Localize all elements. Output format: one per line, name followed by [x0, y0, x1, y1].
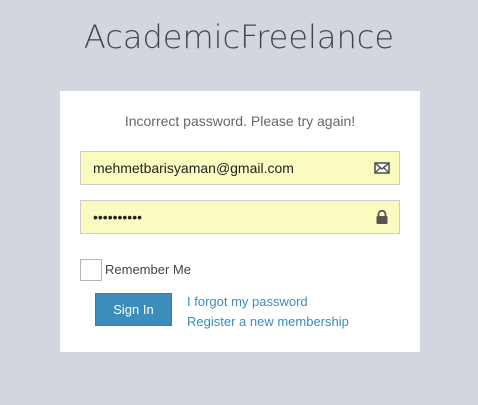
lock-icon: [374, 209, 390, 224]
remember-label[interactable]: Remember Me: [105, 262, 191, 277]
app-logo-title: AcademicFreelance: [83, 18, 395, 56]
error-message: Incorrect password. Please try again!: [124, 113, 356, 129]
remember-checkbox[interactable]: [80, 259, 102, 281]
forgot-password-link[interactable]: I forgot my password: [187, 294, 308, 309]
login-box: Incorrect password. Please try again! me…: [60, 91, 420, 352]
sign-in-button[interactable]: Sign In: [95, 293, 172, 326]
password-value: ••••••••••: [93, 209, 143, 225]
register-link[interactable]: Register a new membership: [187, 314, 349, 329]
email-value: mehmetbarisyaman@gmail.com: [93, 160, 294, 176]
password-field[interactable]: ••••••••••: [80, 200, 400, 234]
email-field[interactable]: mehmetbarisyaman@gmail.com: [80, 151, 400, 185]
envelope-icon: [374, 161, 390, 175]
